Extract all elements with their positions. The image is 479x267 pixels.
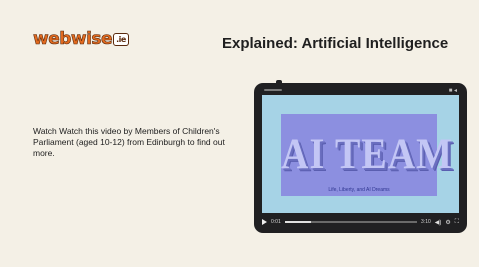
progress-bar[interactable]	[284, 221, 418, 223]
logo-brand: webwise	[33, 29, 113, 50]
player-controls: 0:01 3:10 ◀) ⚙ ⛶	[262, 215, 459, 229]
tablet-frame: ■ ◂ AI TEAM Life, Liberty, and AI Dreams…	[254, 80, 467, 233]
status-icons: ■ ◂	[448, 88, 457, 94]
webwise-logo[interactable]: webwise .ie	[33, 29, 129, 49]
video-frame: AI TEAM Life, Liberty, and AI Dreams	[281, 114, 454, 196]
volume-icon[interactable]: ◀)	[435, 219, 442, 226]
video-title: AI TEAM	[281, 129, 454, 179]
camera-notch	[276, 80, 282, 84]
tablet-status-line	[264, 89, 282, 91]
video-player[interactable]: AI TEAM Life, Liberty, and AI Dreams	[262, 95, 459, 213]
time-total: 3:10	[421, 219, 431, 225]
page-title: Explained: Artificial Intelligence	[222, 35, 449, 52]
time-current: 0:01	[271, 219, 281, 225]
progress-fill	[284, 221, 312, 223]
video-description: Watch Watch this video by Members of Chi…	[33, 126, 225, 158]
play-icon[interactable]	[262, 219, 267, 225]
fullscreen-icon[interactable]: ⛶	[455, 219, 459, 226]
logo-badge: .ie	[113, 32, 129, 46]
gear-icon[interactable]: ⚙	[445, 219, 450, 226]
video-caption: Life, Liberty, and AI Dreams	[328, 187, 390, 193]
